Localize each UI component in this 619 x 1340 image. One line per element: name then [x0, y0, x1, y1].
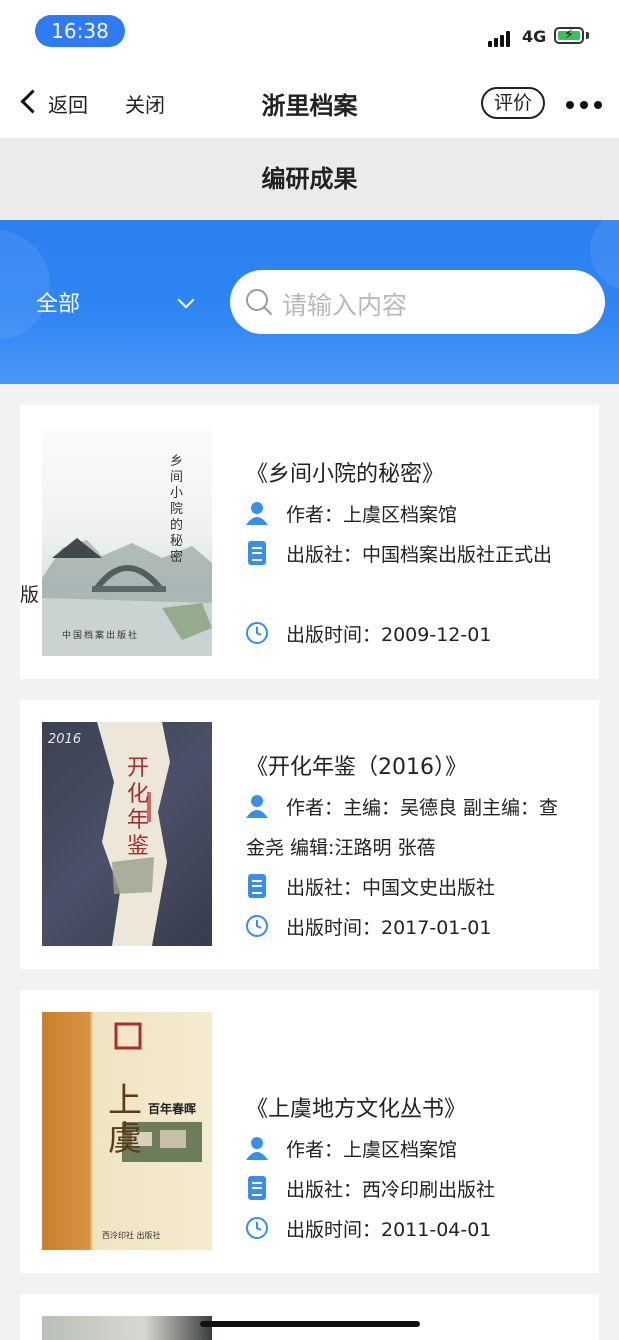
book-card[interactable]: 上虞 百年春晖 西泠印社 出版社 《上虞地方文化丛书》 作者：上虞区档案馆 出版…: [20, 990, 599, 1273]
network-type: 4G: [522, 27, 547, 46]
cover-title: 开化年鉴: [126, 756, 149, 859]
book-cover-image[interactable]: 上虞 百年春晖 西泠印社 出版社: [42, 1012, 212, 1250]
more-icon[interactable]: [566, 101, 602, 109]
author-row-cont: 金尧 编辑:汪路明 张蓓: [246, 837, 436, 859]
book-publisher: 出版社：中国档案出版社正式出: [286, 544, 553, 566]
battery-icon: ⚡: [554, 27, 584, 44]
publisher-row: 出版社：中国档案出版社正式出: [246, 535, 576, 575]
date-row: 出版时间：2009-12-01: [246, 615, 576, 655]
book-date: 出版时间：2011-04-01: [286, 1219, 492, 1241]
filter-banner: 全部 请输入内容: [0, 220, 619, 384]
book-cover-image[interactable]: [42, 1316, 212, 1340]
book-info: 《乡间小院的秘密》 作者：上虞区档案馆 出版社：中国档案出版社正式出 版 出版时…: [20, 455, 576, 655]
rate-button[interactable]: 评价: [481, 87, 545, 119]
book-author: 作者：上虞区档案馆: [286, 504, 458, 526]
book-title[interactable]: 《开化年鉴（2016）》: [246, 748, 576, 788]
person-icon: [246, 795, 268, 818]
search-input[interactable]: 请输入内容: [230, 270, 605, 334]
person-icon: [246, 1137, 268, 1160]
book-date: 出版时间：2017-01-01: [286, 917, 492, 939]
cover-publisher: 中国档案出版社: [62, 631, 140, 641]
section-title: 编研成果: [0, 138, 619, 220]
cover-title: 上虞: [108, 1081, 142, 1159]
book-card[interactable]: [20, 1294, 599, 1340]
home-indicator[interactable]: [200, 1321, 420, 1327]
person-icon: [246, 502, 268, 525]
date-row: 出版时间：2011-04-01: [246, 1210, 576, 1250]
publisher-row: 出版社：西冷印刷出版社: [246, 1170, 576, 1210]
book-icon: [248, 874, 266, 898]
clock-icon: [246, 1217, 268, 1239]
book-cover-image[interactable]: 乡间小院的秘密 中国档案出版社: [42, 428, 212, 656]
book-author: 作者：上虞区档案馆: [286, 1139, 458, 1161]
cover-year: 2016: [48, 732, 82, 747]
search-placeholder: 请输入内容: [282, 291, 408, 320]
chevron-down-icon[interactable]: [177, 291, 195, 309]
publisher-row: 出版社：中国文史出版社: [246, 868, 576, 908]
book-publisher: 出版社：中国文史出版社: [286, 877, 496, 899]
clock-icon: [246, 915, 268, 937]
book-card[interactable]: 乡间小院的秘密 中国档案出版社 《乡间小院的秘密》 作者：上虞区档案馆 出版社：…: [20, 405, 599, 679]
search-icon: [246, 289, 272, 315]
nav-bar: 返回 关闭 浙里档案 评价: [0, 64, 619, 138]
author-row: 作者：上虞区档案馆: [246, 1130, 576, 1170]
battery-tip: [586, 32, 589, 39]
date-row: 出版时间：2017-01-01: [246, 908, 576, 948]
book-icon: [248, 1176, 266, 1200]
book-title[interactable]: 《乡间小院的秘密》: [246, 455, 576, 495]
decor-circle: [0, 230, 50, 340]
book-date: 出版时间：2009-12-01: [286, 624, 492, 646]
author-row: 作者：上虞区档案馆: [246, 495, 576, 535]
book-info: 《开化年鉴（2016）》 作者：主编：吴德良 副主编：查 金尧 编辑:汪路明 张…: [246, 748, 576, 948]
book-info: 《上虞地方文化丛书》 作者：上虞区档案馆 出版社：西冷印刷出版社 出版时间：20…: [246, 1090, 576, 1250]
cover-title: 乡间小院的秘密: [170, 454, 184, 565]
book-author: 作者：主编：吴德良 副主编：查: [286, 797, 559, 819]
cover-subtitle: 百年春晖: [148, 1102, 197, 1116]
category-select[interactable]: 全部: [36, 286, 80, 318]
book-title[interactable]: 《上虞地方文化丛书》: [246, 1090, 576, 1130]
clock-icon: [246, 622, 268, 644]
author-row: 作者：主编：吴德良 副主编：查: [246, 788, 576, 828]
cover-publisher: 西泠印社 出版社: [102, 1231, 161, 1240]
book-icon: [248, 541, 266, 565]
book-card[interactable]: 2016 开化年鉴 《开化年鉴（2016）》 作者：主编：吴德良 副主编：查 金…: [20, 700, 599, 969]
publisher-row-cont: 版: [20, 584, 40, 606]
status-time: 16:38: [35, 15, 125, 47]
cover-illustration: [42, 538, 212, 656]
signal-icon: [488, 31, 518, 47]
book-publisher: 出版社：西冷印刷出版社: [286, 1179, 496, 1201]
book-cover-image[interactable]: 2016 开化年鉴: [42, 722, 212, 946]
status-bar: 16:38 4G ⚡: [0, 0, 619, 64]
